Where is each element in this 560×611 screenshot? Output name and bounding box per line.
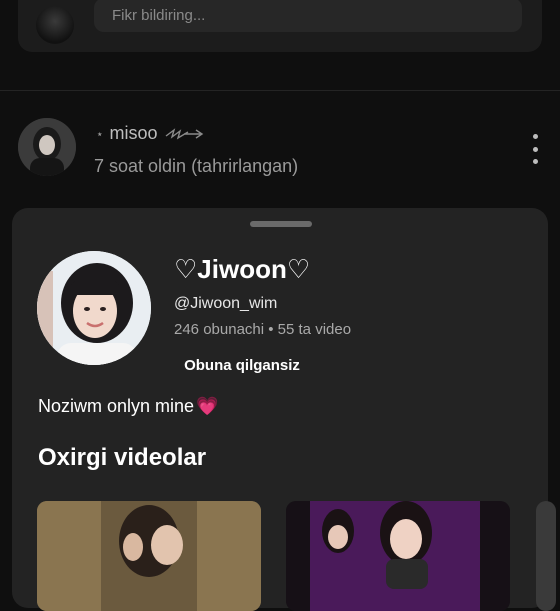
author-decoration: ⋆	[96, 126, 104, 141]
channel-sheet: ♡Jiwoon♡ @Jiwoon_wim 246 obunachi • 55 t…	[12, 208, 556, 611]
heart-emoji-icon: 💗	[196, 396, 219, 416]
video-thumbnail[interactable]	[536, 501, 556, 611]
author-name: misoo	[109, 123, 158, 143]
channel-handle: @Jiwoon_wim	[174, 295, 278, 312]
drag-handle[interactable]	[250, 221, 312, 227]
channel-description: Noziwm onlyn mine 💗	[38, 396, 218, 417]
description-text: Noziwm onlyn mine	[38, 396, 195, 416]
comment-input[interactable]: Fikr bildiring...	[94, 0, 522, 32]
recent-videos-title: Oxirgi videolar	[38, 444, 207, 471]
channel-avatar-photo	[37, 251, 151, 365]
comment-placeholder: Fikr bildiring...	[112, 6, 206, 24]
post-author-avatar[interactable]	[18, 118, 76, 176]
divider	[0, 90, 560, 91]
dot	[532, 159, 538, 164]
post-author[interactable]: ⋆ misoo	[96, 123, 206, 144]
more-options-icon[interactable]	[527, 134, 543, 164]
video-thumbnail[interactable]	[37, 501, 261, 611]
subscribed-button[interactable]: Obuna qilgansiz	[174, 350, 310, 380]
thumbnail-image	[37, 501, 261, 611]
scribble-icon	[165, 127, 203, 140]
video-thumbnail[interactable]	[286, 501, 510, 611]
channel-name: ♡Jiwoon♡	[174, 254, 311, 284]
avatar-photo	[18, 118, 76, 176]
post-timestamp: 7 soat oldin (tahrirlangan)	[94, 156, 299, 176]
thumbnail-image	[286, 501, 510, 611]
dot	[532, 146, 538, 152]
channel-avatar[interactable]	[37, 251, 151, 365]
dot	[532, 134, 538, 139]
comment-card: Fikr bildiring...	[18, 0, 542, 52]
channel-stats: 246 obunachi • 55 ta video	[174, 321, 352, 338]
user-avatar[interactable]	[36, 6, 74, 44]
